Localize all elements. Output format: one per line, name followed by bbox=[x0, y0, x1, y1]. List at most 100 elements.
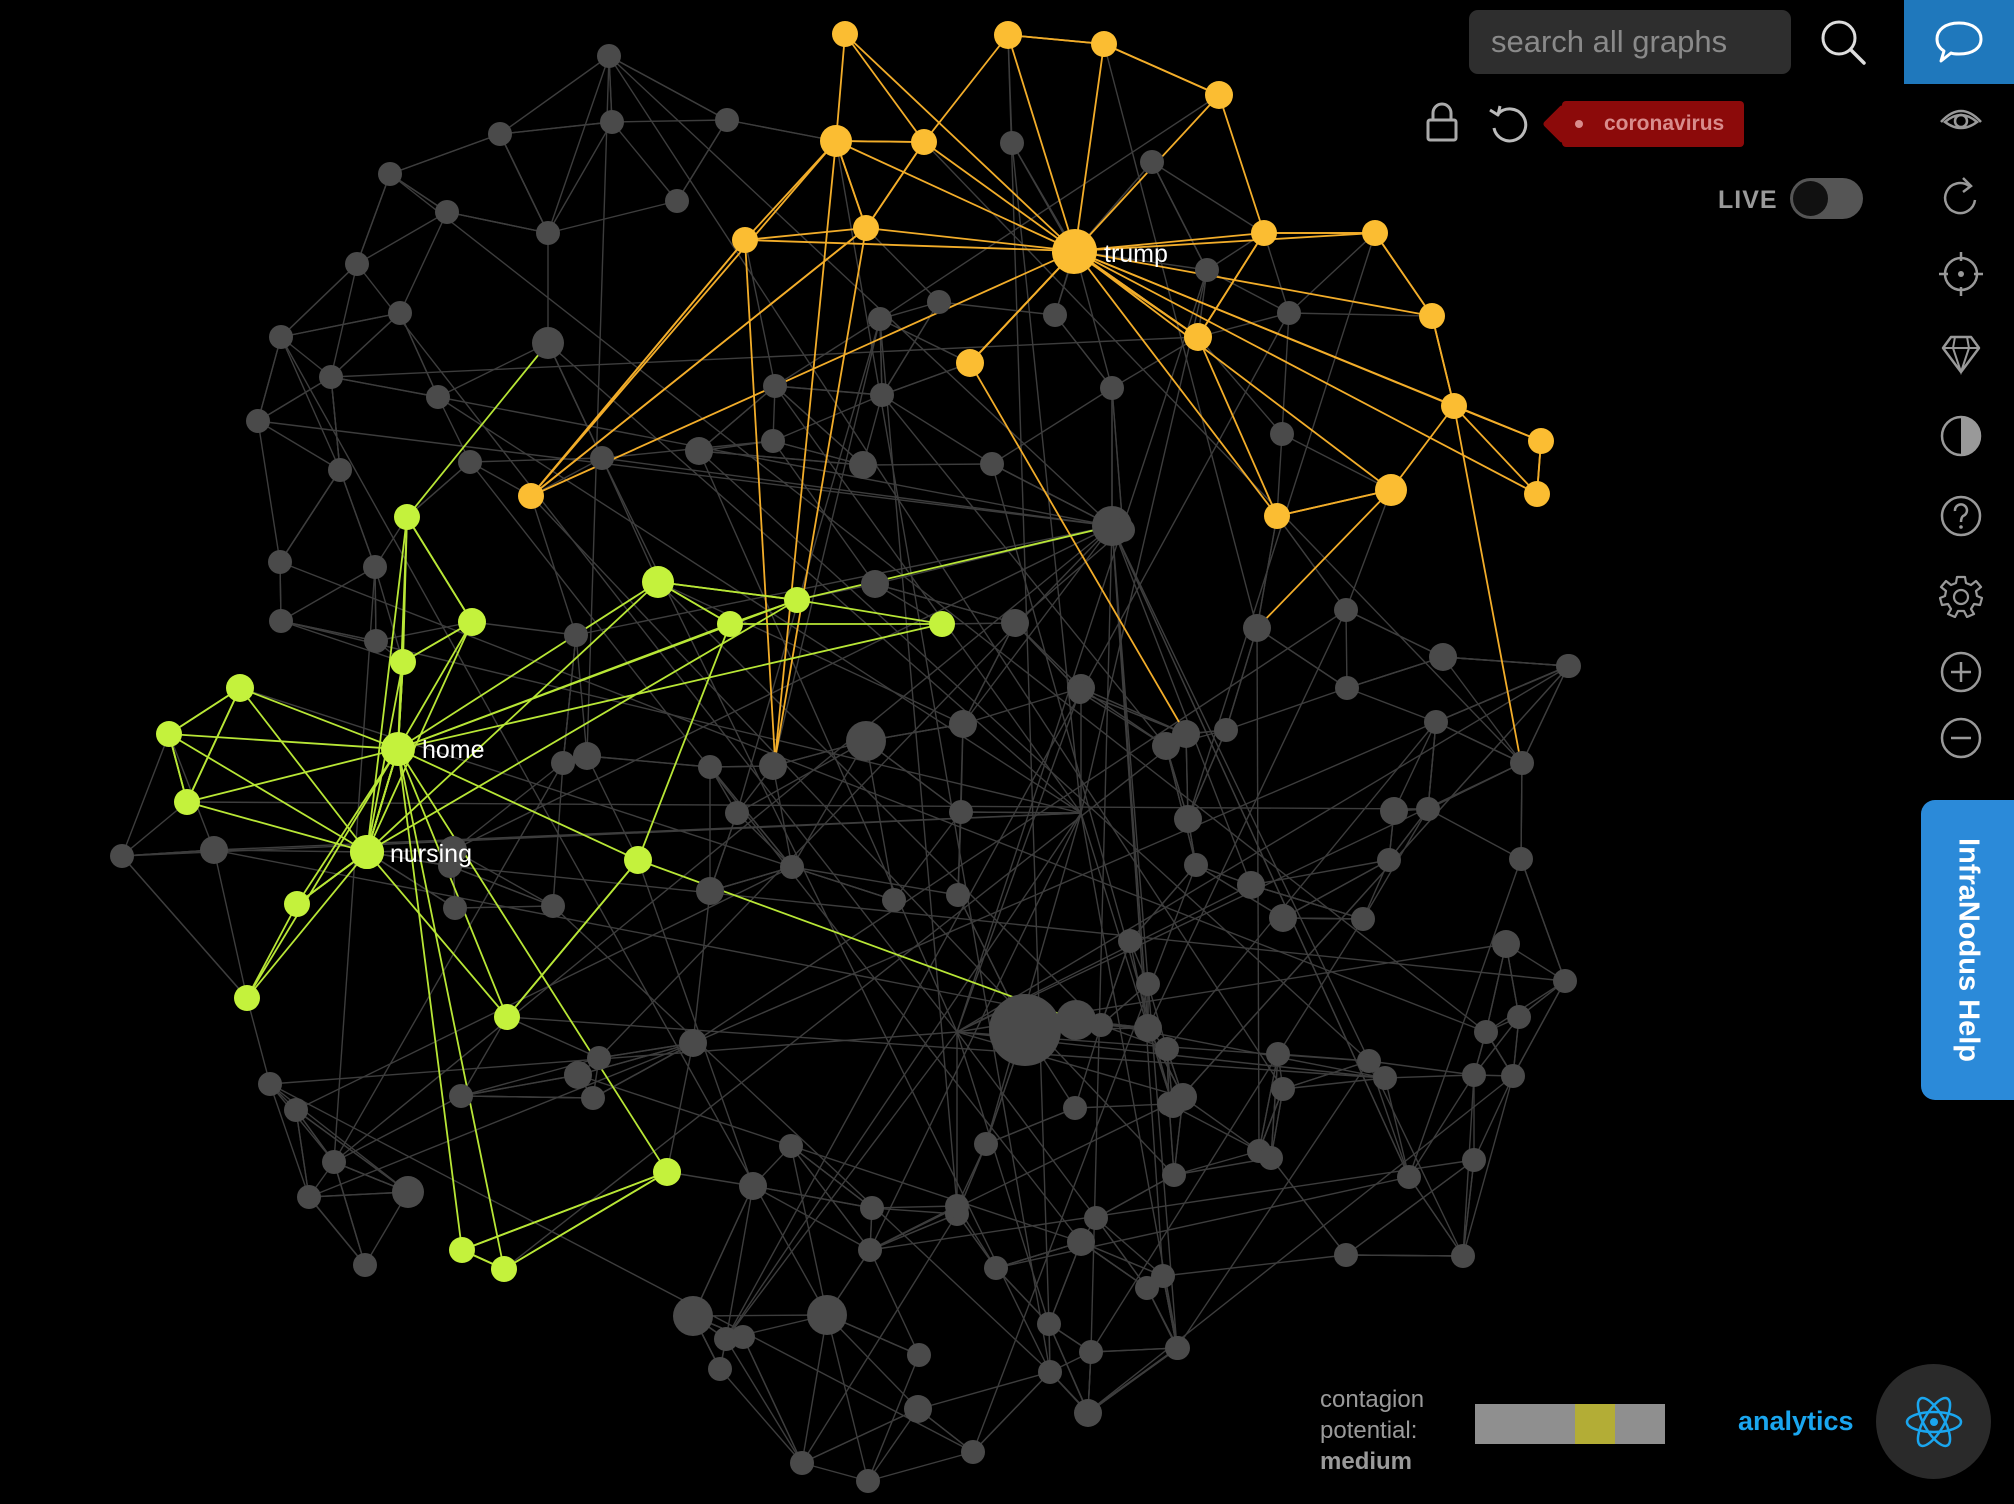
graph-node[interactable] bbox=[443, 896, 467, 920]
graph-node[interactable] bbox=[1001, 609, 1029, 637]
context-tag[interactable]: coronavirus bbox=[1562, 101, 1745, 147]
graph-node[interactable] bbox=[435, 200, 459, 224]
graph-node[interactable] bbox=[1266, 1042, 1290, 1066]
graph-node[interactable] bbox=[1419, 303, 1445, 329]
graph-node[interactable] bbox=[980, 452, 1004, 476]
graph-node[interactable] bbox=[1067, 1228, 1095, 1256]
graph-node[interactable] bbox=[156, 721, 182, 747]
graph-node[interactable] bbox=[345, 252, 369, 276]
graph-node[interactable] bbox=[1557, 654, 1581, 678]
graph-node[interactable] bbox=[1063, 1096, 1087, 1120]
contrast-icon[interactable] bbox=[1939, 414, 1983, 458]
graph-node[interactable] bbox=[1553, 969, 1577, 993]
graph-node[interactable] bbox=[378, 162, 402, 186]
graph-node[interactable] bbox=[1397, 1165, 1421, 1189]
graph-node[interactable] bbox=[732, 227, 758, 253]
graph-node[interactable] bbox=[1510, 751, 1534, 775]
graph-node[interactable] bbox=[860, 1196, 884, 1220]
graph-node[interactable] bbox=[268, 550, 292, 574]
graph-node[interactable] bbox=[284, 891, 310, 917]
graph-node[interactable] bbox=[715, 108, 739, 132]
graph-node[interactable] bbox=[1528, 428, 1554, 454]
graph-node[interactable] bbox=[1237, 871, 1265, 899]
graph-node[interactable] bbox=[882, 888, 906, 912]
graph-node[interactable] bbox=[949, 710, 977, 738]
graph-node[interactable] bbox=[984, 1256, 1008, 1280]
graph-node[interactable] bbox=[1091, 31, 1117, 57]
graph-node[interactable] bbox=[1264, 503, 1290, 529]
graph-node[interactable] bbox=[868, 307, 892, 331]
graph-node[interactable] bbox=[564, 623, 588, 647]
node-label-home[interactable]: home bbox=[422, 736, 485, 764]
graph-node[interactable] bbox=[1524, 481, 1550, 507]
graph-node[interactable] bbox=[1184, 323, 1212, 351]
graph-node[interactable] bbox=[284, 1098, 308, 1122]
graph-node[interactable] bbox=[1375, 474, 1407, 506]
graph-node[interactable] bbox=[1462, 1148, 1486, 1172]
graph-node[interactable] bbox=[853, 215, 879, 241]
graph-node[interactable] bbox=[989, 994, 1061, 1066]
graph-node[interactable] bbox=[536, 221, 560, 245]
graph-node[interactable] bbox=[1351, 907, 1375, 931]
graph-node[interactable] bbox=[319, 365, 343, 389]
lock-icon[interactable] bbox=[1425, 102, 1459, 142]
graph-node[interactable] bbox=[1157, 1092, 1181, 1116]
graph-node[interactable] bbox=[1084, 1206, 1108, 1230]
graph-node[interactable] bbox=[269, 325, 293, 349]
graph-node[interactable] bbox=[717, 611, 743, 637]
graph-node[interactable] bbox=[532, 327, 564, 359]
graph-node[interactable] bbox=[698, 755, 722, 779]
graph-node[interactable] bbox=[1492, 930, 1520, 958]
graph-node[interactable] bbox=[449, 1237, 475, 1263]
graph-node[interactable] bbox=[714, 1327, 738, 1351]
target-icon[interactable] bbox=[1939, 252, 1983, 296]
search-bar[interactable] bbox=[1469, 10, 1791, 74]
graph-node[interactable] bbox=[1362, 220, 1388, 246]
graph-node[interactable] bbox=[297, 1185, 321, 1209]
graph-node[interactable] bbox=[1507, 1005, 1531, 1029]
graph-node[interactable] bbox=[1089, 1013, 1113, 1037]
graph-node[interactable] bbox=[1068, 680, 1092, 704]
graph-node[interactable] bbox=[861, 570, 889, 598]
zoom-out-icon[interactable] bbox=[1939, 716, 1983, 760]
graph-node[interactable] bbox=[269, 609, 293, 633]
graph-node[interactable] bbox=[1277, 301, 1301, 325]
graph-node[interactable] bbox=[870, 383, 894, 407]
infranodus-help-tab[interactable]: InfraNodus Help bbox=[1921, 800, 2014, 1100]
graph-node[interactable] bbox=[1259, 1146, 1283, 1170]
graph-node[interactable] bbox=[363, 555, 387, 579]
graph-node[interactable] bbox=[1243, 614, 1271, 642]
graph-node[interactable] bbox=[1474, 1020, 1498, 1044]
graph-node[interactable] bbox=[587, 1046, 611, 1070]
graph-node[interactable] bbox=[763, 374, 787, 398]
graph-node[interactable] bbox=[174, 789, 200, 815]
graph-node[interactable] bbox=[1162, 1163, 1186, 1187]
graph-node[interactable] bbox=[1100, 376, 1124, 400]
graph-node[interactable] bbox=[790, 1451, 814, 1475]
graph-node[interactable] bbox=[1118, 929, 1142, 953]
graph-node[interactable] bbox=[832, 21, 858, 47]
graph-node[interactable] bbox=[725, 801, 749, 825]
analytics-button[interactable] bbox=[1876, 1364, 1991, 1479]
graph-node[interactable] bbox=[597, 44, 621, 68]
graph-node[interactable] bbox=[1136, 972, 1160, 996]
graph-node[interactable] bbox=[653, 1158, 681, 1186]
graph-node[interactable] bbox=[1174, 805, 1202, 833]
graph-node[interactable] bbox=[846, 721, 886, 761]
graph-node[interactable] bbox=[974, 1132, 998, 1156]
graph-node[interactable] bbox=[1269, 904, 1297, 932]
graph-node[interactable] bbox=[494, 1004, 520, 1030]
graph-node[interactable] bbox=[458, 450, 482, 474]
graph-node[interactable] bbox=[1152, 732, 1180, 760]
eye-icon[interactable] bbox=[1939, 98, 1983, 142]
graph-node[interactable] bbox=[200, 836, 228, 864]
graph-node[interactable] bbox=[518, 483, 544, 509]
graph-node[interactable] bbox=[581, 1086, 605, 1110]
graph-node[interactable] bbox=[1501, 1064, 1525, 1088]
search-icon[interactable] bbox=[1818, 17, 1868, 67]
graph-node[interactable] bbox=[1155, 1037, 1179, 1061]
graph-node[interactable] bbox=[1205, 81, 1233, 109]
graph-node[interactable] bbox=[642, 566, 674, 598]
graph-node[interactable] bbox=[1357, 1049, 1381, 1073]
graph-node[interactable] bbox=[696, 877, 724, 905]
